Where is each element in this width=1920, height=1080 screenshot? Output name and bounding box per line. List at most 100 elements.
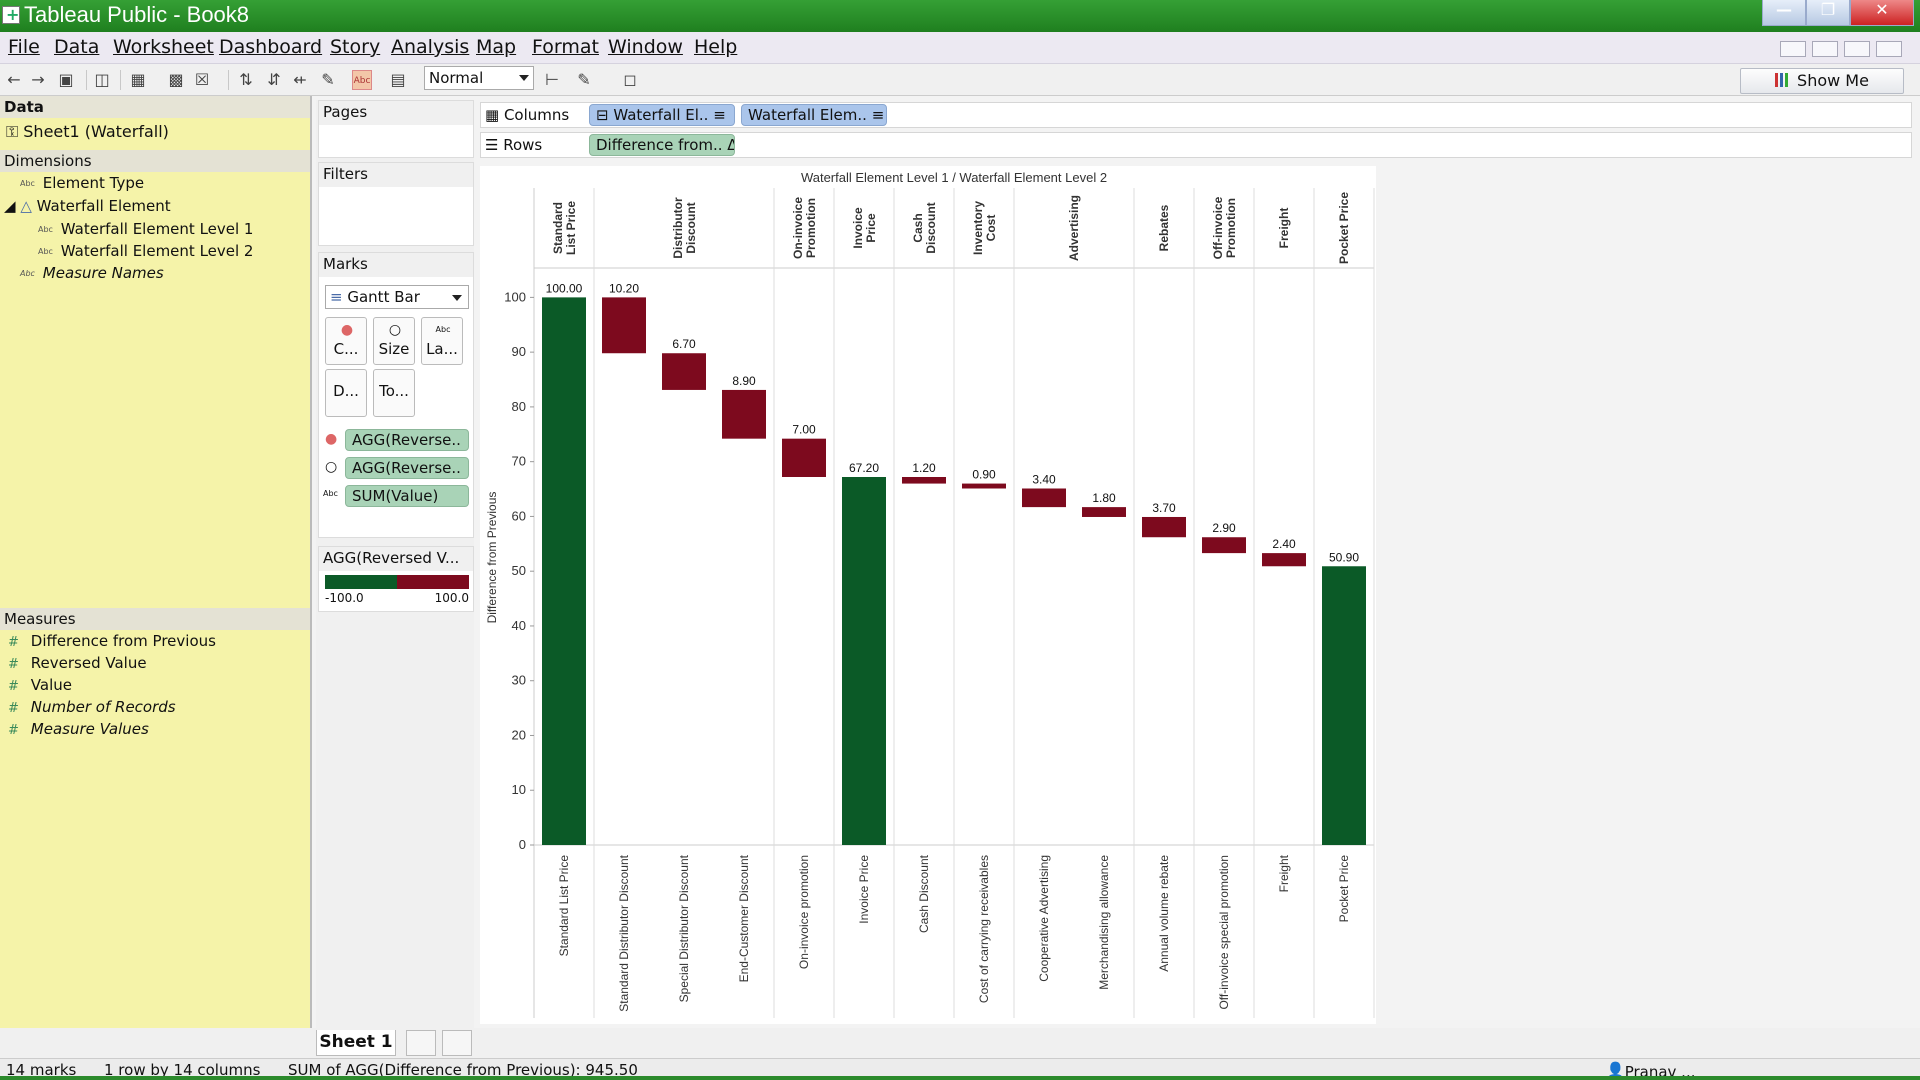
y-tick-label: 30 [512,673,526,688]
chevron-down-icon [519,75,529,81]
duplicate-sheet-icon[interactable]: ▩ [166,70,186,90]
label-icon: Abc [435,325,451,334]
bar-decrease [662,353,706,390]
swap-icon[interactable]: ⇅ [236,70,256,90]
group-header-label: InvoicePrice [851,207,878,249]
save-icon[interactable]: ▣ [56,70,76,90]
category-label: Pocket Price [1337,855,1351,923]
show-me-button[interactable]: Show Me [1740,68,1904,94]
datasource-icon[interactable]: ◫ [92,70,112,90]
color-legend-card[interactable]: AGG(Reversed V... -100.0 100.0 [318,546,474,612]
filters-card[interactable]: Filters [318,162,474,246]
category-label: On-invoice promotion [797,855,811,969]
columns-shelf[interactable]: ▦ Columns ⊟ Waterfall El.. ≡ Waterfall E… [480,102,1912,128]
sort-descending-icon[interactable]: ⇷ [290,70,310,90]
menu-data[interactable]: Data [54,36,99,58]
number-type-icon: # [8,635,19,650]
restore-icon[interactable] [1844,41,1870,57]
new-worksheet-tab-icon[interactable] [406,1030,436,1056]
close-button[interactable]: ✕ [1850,0,1914,26]
measure-reversed-value[interactable]: # Reversed Value [8,654,147,672]
dimension-measure-names[interactable]: Abc Measure Names [20,264,164,282]
y-tick-label: 70 [512,454,526,469]
category-label: Merchandising allowance [1097,855,1111,990]
highlight-icon[interactable]: ✎ [318,70,338,90]
bar-decrease [782,438,826,477]
rows-label: ☰ Rows [485,136,543,154]
fit-dropdown[interactable]: Normal [424,66,534,90]
detail-button[interactable]: D... [325,369,367,417]
number-type-icon: # [8,701,19,716]
columns-label: ▦ Columns [485,106,570,124]
show-mark-labels-icon[interactable]: Abc [352,70,372,90]
y-tick-label: 100 [504,289,526,304]
maximize-button[interactable]: ❐ [1806,0,1850,26]
rows-pill-difference[interactable]: Difference from.. Δ [589,134,735,156]
redo-icon[interactable]: → [28,70,48,90]
rows-shelf[interactable]: ☰ Rows Difference from.. Δ [480,132,1912,158]
dimension-element-type[interactable]: Abc Element Type [20,174,144,192]
menu-help[interactable]: Help [694,36,737,58]
menu-story[interactable]: Story [330,36,380,58]
dimension-waterfall-level-2[interactable]: Abc Waterfall Element Level 2 [38,242,253,260]
group-header-label: DistributorDiscount [671,197,698,259]
sheet-tab[interactable]: Sheet 1 [316,1030,396,1056]
columns-pill-level-2[interactable]: Waterfall Elem.. ≡ [741,104,887,126]
presentation-mode-icon[interactable] [1780,41,1806,57]
category-label: Invoice Price [857,855,871,924]
pen-icon[interactable]: ✎ [574,70,594,90]
label-button[interactable]: Abc La... [421,317,463,365]
menu-analysis[interactable]: Analysis [391,36,469,58]
size-pill[interactable]: AGG(Reverse.. [345,457,469,479]
measure-difference-from-previous[interactable]: # Difference from Previous [8,632,216,650]
measure-measure-values[interactable]: # Measure Values [8,720,149,738]
clear-sheet-icon[interactable]: ☒ [192,70,212,90]
data-source-item[interactable]: ⚿ Sheet1 (Waterfall) [6,122,169,142]
new-sheet-icon[interactable]: ▦ [128,70,148,90]
view-cards-icon[interactable]: ▤ [388,70,408,90]
fix-axes-icon[interactable]: ⊢ [542,70,562,90]
color-pill[interactable]: AGG(Reverse.. [345,429,469,451]
grid-view-icon[interactable] [1812,41,1838,57]
columns-pill-level-1[interactable]: ⊟ Waterfall El.. ≡ [589,104,735,126]
sort-ascending-icon[interactable]: ⇵ [264,70,284,90]
data-pane: Data ⚿ Sheet1 (Waterfall) Dimensions Abc… [0,96,312,1056]
bar-value-label: 67.20 [849,461,879,475]
bar-decrease [1262,553,1306,567]
pages-header: Pages [319,101,473,125]
y-tick-label: 10 [512,782,526,797]
tooltip-button[interactable]: To... [373,369,415,417]
menu-window[interactable]: Window [608,36,683,58]
color-button[interactable]: ● C... [325,317,367,365]
measure-value[interactable]: # Value [8,676,72,694]
bar-value-label: 2.90 [1212,521,1236,535]
group-header-label: CashDiscount [911,202,938,253]
menu-map[interactable]: Map [476,36,516,58]
menu-format[interactable]: Format [532,36,599,58]
gantt-bar-icon: ≡ [330,288,343,306]
pages-card[interactable]: Pages [318,100,474,158]
string-type-icon: Abc [20,179,35,188]
category-label: Cost of carrying receivables [977,855,991,1003]
size-button[interactable]: ○ Size [373,317,415,365]
category-label: Standard Distributor Discount [617,854,631,1011]
measure-number-of-records[interactable]: # Number of Records [8,698,176,716]
dimension-waterfall-element[interactable]: ◢ △ Waterfall Element [4,197,171,215]
presentation-icon[interactable]: ◻ [620,70,640,90]
y-tick-label: 20 [512,727,526,742]
home-icon[interactable] [1876,41,1902,57]
mark-type-dropdown[interactable]: ≡ Gantt Bar [325,285,469,309]
menu-worksheet[interactable]: Worksheet [113,36,214,58]
undo-icon[interactable]: ← [4,70,24,90]
menu-file[interactable]: File [8,36,40,58]
label-pill[interactable]: SUM(Value) [345,485,469,507]
menu-dashboard[interactable]: Dashboard [219,36,322,58]
y-tick-label: 80 [512,399,526,414]
sheet-tabs-bar [0,1028,1920,1058]
bar-value-label: 100.00 [546,281,583,295]
new-dashboard-tab-icon[interactable] [442,1030,472,1056]
dimension-waterfall-level-1[interactable]: Abc Waterfall Element Level 1 [38,220,253,238]
category-label: Special Distributor Discount [677,854,691,1002]
minimize-button[interactable]: — [1762,0,1806,26]
category-label: Cash Discount [917,854,931,933]
